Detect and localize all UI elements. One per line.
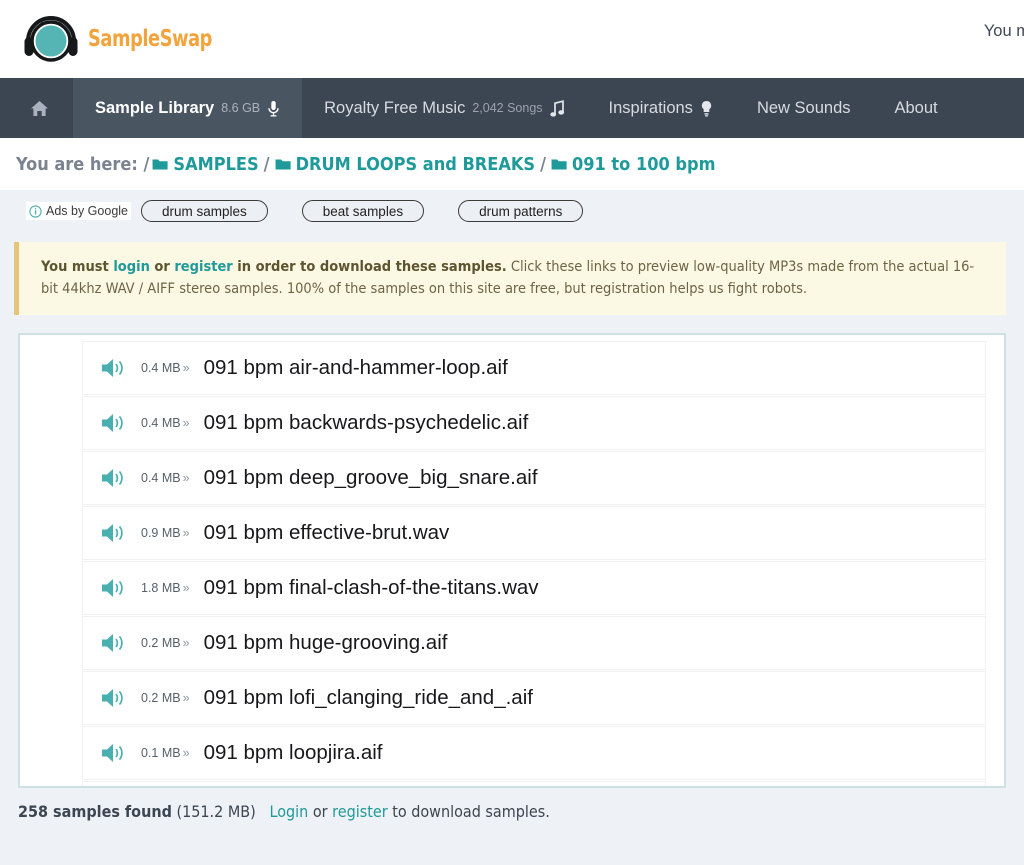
row-size: 1.8 MB»	[141, 581, 190, 595]
row-size: 0.4 MB»	[141, 361, 190, 375]
row-filename: 091 bpm air-and-hammer-loop.aif	[203, 356, 508, 379]
nav-label-royalty-free-music: Royalty Free Music	[324, 98, 466, 117]
site-header: SampleSwap You must	[0, 0, 1024, 78]
speaker-icon[interactable]	[101, 632, 127, 654]
folder-icon	[551, 159, 567, 169]
login-notice-banner: You must login or register in order to d…	[14, 242, 1006, 315]
home-icon	[30, 100, 49, 117]
microphone-icon	[267, 100, 280, 117]
nav-item-about[interactable]: About	[873, 78, 960, 138]
row-size: 0.4 MB»	[141, 471, 190, 485]
row-size: 0.4 MB»	[141, 416, 190, 430]
notice-bold-prefix: You must	[41, 259, 114, 275]
headphones-icon	[24, 16, 78, 62]
speaker-icon[interactable]	[101, 577, 127, 599]
notice-bold-suffix: in order to download these samples.	[232, 259, 507, 275]
folder-icon	[152, 159, 169, 169]
notice-login-link[interactable]: login	[113, 259, 150, 275]
breadcrumb-prefix: You are here: /	[16, 153, 150, 175]
breadcrumb-label-drum-loops: DRUM LOOPS and BREAKS	[295, 153, 536, 175]
main-navigation: Sample Library 8.6 GB Royalty Free Music…	[0, 78, 1024, 138]
ads-strip: Ads by Google drum samples beat samples …	[0, 190, 1024, 232]
footer-suffix: to download samples.	[392, 802, 550, 821]
info-icon	[29, 204, 42, 218]
table-row-partial[interactable]	[82, 781, 986, 786]
total-size: (151.2 MB)	[176, 802, 256, 821]
ad-pill-drum-patterns[interactable]: drum patterns	[458, 200, 584, 222]
nav-sub-royalty-free-music: 2,042 Songs	[472, 101, 543, 115]
breadcrumb: You are here: / SAMPLES / DRUM LOOPS and…	[0, 138, 1024, 190]
logo[interactable]: SampleSwap	[20, 10, 232, 68]
speaker-icon[interactable]	[101, 742, 127, 764]
row-size: 0.9 MB»	[141, 526, 190, 540]
row-filename: 091 bpm huge-grooving.aif	[203, 631, 448, 654]
breadcrumb-item-samples[interactable]: SAMPLES	[152, 153, 259, 175]
table-row[interactable]: 0.4 MB» 091 bpm backwards-psychedelic.ai…	[82, 396, 986, 450]
breadcrumb-label-bpm-range: 091 to 100 bpm	[572, 153, 716, 175]
folder-icon	[275, 159, 291, 169]
speaker-icon[interactable]	[101, 357, 127, 379]
row-filename: 091 bpm deep_groove_big_snare.aif	[203, 466, 538, 489]
nav-item-royalty-free-music[interactable]: Royalty Free Music 2,042 Songs	[302, 78, 586, 138]
table-row[interactable]: 0.4 MB» 091 bpm deep_groove_big_snare.ai…	[82, 451, 986, 505]
breadcrumb-item-bpm-range[interactable]: 091 to 100 bpm	[551, 154, 715, 175]
breadcrumb-item-drum-loops[interactable]: DRUM LOOPS and BREAKS	[275, 153, 536, 175]
table-row[interactable]: 0.2 MB» 091 bpm lofi_clanging_ride_and_.…	[82, 671, 986, 725]
breadcrumb-separator-2: /	[540, 153, 546, 175]
row-filename: 091 bpm effective-brut.wav	[203, 521, 450, 544]
nav-item-home[interactable]	[0, 78, 73, 138]
row-filename: 091 bpm lofi_clanging_ride_and_.aif	[203, 686, 533, 709]
table-row[interactable]: 0.1 MB» 091 bpm loopjira.aif	[82, 726, 986, 780]
table-row[interactable]: 1.8 MB» 091 bpm final-clash-of-the-titan…	[82, 561, 986, 615]
ad-pill-drum-samples[interactable]: drum samples	[141, 200, 268, 222]
breadcrumb-label-samples: SAMPLES	[173, 153, 259, 175]
nav-item-sample-library[interactable]: Sample Library 8.6 GB	[73, 78, 303, 138]
nav-label-inspirations: Inspirations	[608, 98, 693, 117]
footer-register-link[interactable]: register	[332, 802, 387, 821]
speaker-icon[interactable]	[101, 467, 127, 489]
row-size: 0.2 MB»	[141, 636, 190, 650]
row-size: 0.1 MB»	[141, 746, 190, 760]
speaker-icon[interactable]	[101, 412, 127, 434]
ads-label-text: Ads by Google	[46, 204, 128, 218]
lightbulb-icon	[700, 100, 713, 117]
footer-or-text: or	[312, 802, 328, 821]
notice-or-text: or	[149, 259, 175, 275]
table-row[interactable]: 0.9 MB» 091 bpm effective-brut.wav	[82, 506, 986, 560]
row-filename: 091 bpm final-clash-of-the-titans.wav	[203, 576, 539, 599]
footer-login-link[interactable]: Login	[269, 802, 308, 821]
nav-label-new-sounds: New Sounds	[756, 98, 851, 117]
row-filename: 091 bpm backwards-psychedelic.aif	[203, 411, 529, 434]
breadcrumb-separator-1: /	[263, 153, 270, 175]
header-right-text: You must	[983, 22, 1024, 40]
table-row[interactable]: 0.4 MB» 091 bpm air-and-hammer-loop.aif	[82, 341, 986, 395]
ads-by-google-label[interactable]: Ads by Google	[26, 202, 131, 220]
nav-label-about: About	[894, 98, 938, 117]
row-size: 0.2 MB»	[141, 691, 190, 705]
speaker-icon[interactable]	[101, 522, 127, 544]
row-filename: 091 bpm loopjira.aif	[203, 741, 383, 764]
nav-sub-sample-library: 8.6 GB	[221, 101, 261, 115]
nav-item-inspirations[interactable]: Inspirations	[587, 78, 735, 138]
nav-label-sample-library: Sample Library	[95, 98, 215, 117]
nav-item-new-sounds[interactable]: New Sounds	[735, 78, 873, 138]
logo-text: SampleSwap	[88, 26, 212, 52]
speaker-icon[interactable]	[101, 687, 127, 709]
status-bar: 258 samples found (151.2 MB) Login or re…	[0, 788, 1024, 821]
ad-pill-beat-samples[interactable]: beat samples	[301, 200, 425, 222]
music-note-icon	[549, 99, 565, 117]
sample-list: 0.4 MB» 091 bpm air-and-hammer-loop.aif …	[18, 333, 1006, 788]
notice-register-link[interactable]: register	[174, 259, 232, 275]
sample-count: 258 samples found	[18, 802, 172, 821]
table-row[interactable]: 0.2 MB» 091 bpm huge-grooving.aif	[82, 616, 986, 670]
